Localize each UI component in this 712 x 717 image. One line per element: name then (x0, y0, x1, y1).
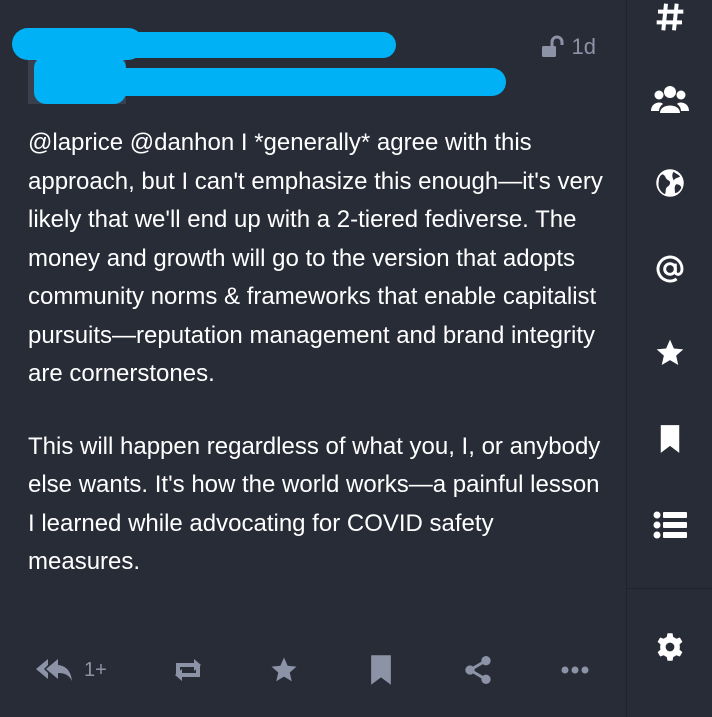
relative-time[interactable]: 1d (572, 34, 596, 60)
unlock-icon (540, 35, 566, 59)
gear-icon (655, 632, 685, 662)
mention-link[interactable]: @laprice (28, 129, 123, 156)
status-paragraph: @laprice @danhon I *generally* agree wit… (28, 124, 606, 394)
sidebar-divider (627, 588, 712, 589)
redacted-account-handle-stroke (112, 68, 506, 96)
list-icon (653, 510, 687, 540)
favourite-button[interactable] (268, 645, 300, 695)
paragraph-text: I *generally* agree with this approach, … (28, 129, 603, 387)
nav-local[interactable] (649, 78, 691, 120)
bookmark-icon (368, 654, 394, 686)
share-icon (462, 654, 494, 686)
status-card: 1d @laprice @danhon I *generally* agree … (0, 0, 626, 717)
boost-button[interactable] (170, 645, 206, 695)
status-content: @laprice @danhon I *generally* agree wit… (28, 124, 606, 616)
status-action-bar: 1+ (0, 645, 626, 695)
star-icon (268, 655, 300, 685)
mention-link[interactable]: @danhon (130, 129, 234, 156)
people-icon (651, 83, 689, 115)
globe-icon (655, 168, 685, 198)
status-meta: 1d (540, 34, 596, 60)
nav-lists[interactable] (649, 504, 691, 546)
more-button[interactable] (560, 645, 590, 695)
boost-icon (170, 655, 206, 685)
bookmark-button[interactable] (368, 645, 394, 695)
nav-preferences[interactable] (649, 626, 691, 668)
nav-hashtags[interactable] (649, 0, 691, 38)
more-icon (560, 664, 590, 676)
status-paragraph: This will happen regardless of what you,… (28, 432, 601, 576)
hashtag-icon (654, 1, 686, 33)
reply-all-icon (34, 655, 74, 685)
navigation-sidebar (626, 0, 712, 717)
bookmark-icon (657, 424, 683, 454)
star-icon (654, 337, 686, 369)
nav-bookmarks[interactable] (649, 418, 691, 460)
redacted-display-name-stroke (110, 32, 396, 58)
nav-favourites[interactable] (649, 332, 691, 374)
at-icon (654, 253, 686, 285)
reply-button[interactable]: 1+ (34, 645, 107, 695)
nav-federated[interactable] (649, 162, 691, 204)
nav-mentions[interactable] (649, 248, 691, 290)
reply-count: 1+ (84, 658, 107, 681)
share-button[interactable] (462, 645, 494, 695)
